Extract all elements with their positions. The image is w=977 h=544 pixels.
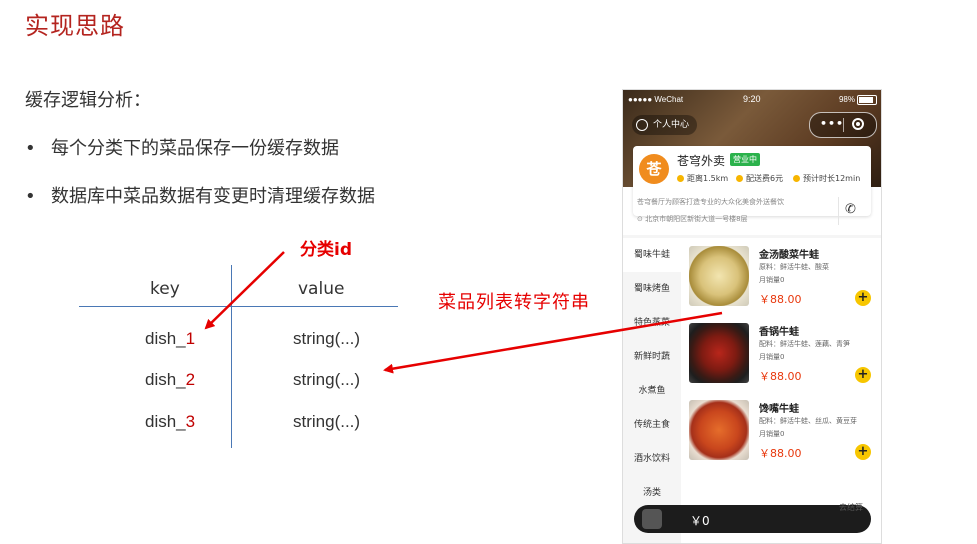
- arrow-dishlist-to-value: [383, 311, 723, 374]
- arrow-category-to-key: [204, 251, 285, 330]
- annotation-arrows: [204, 251, 723, 374]
